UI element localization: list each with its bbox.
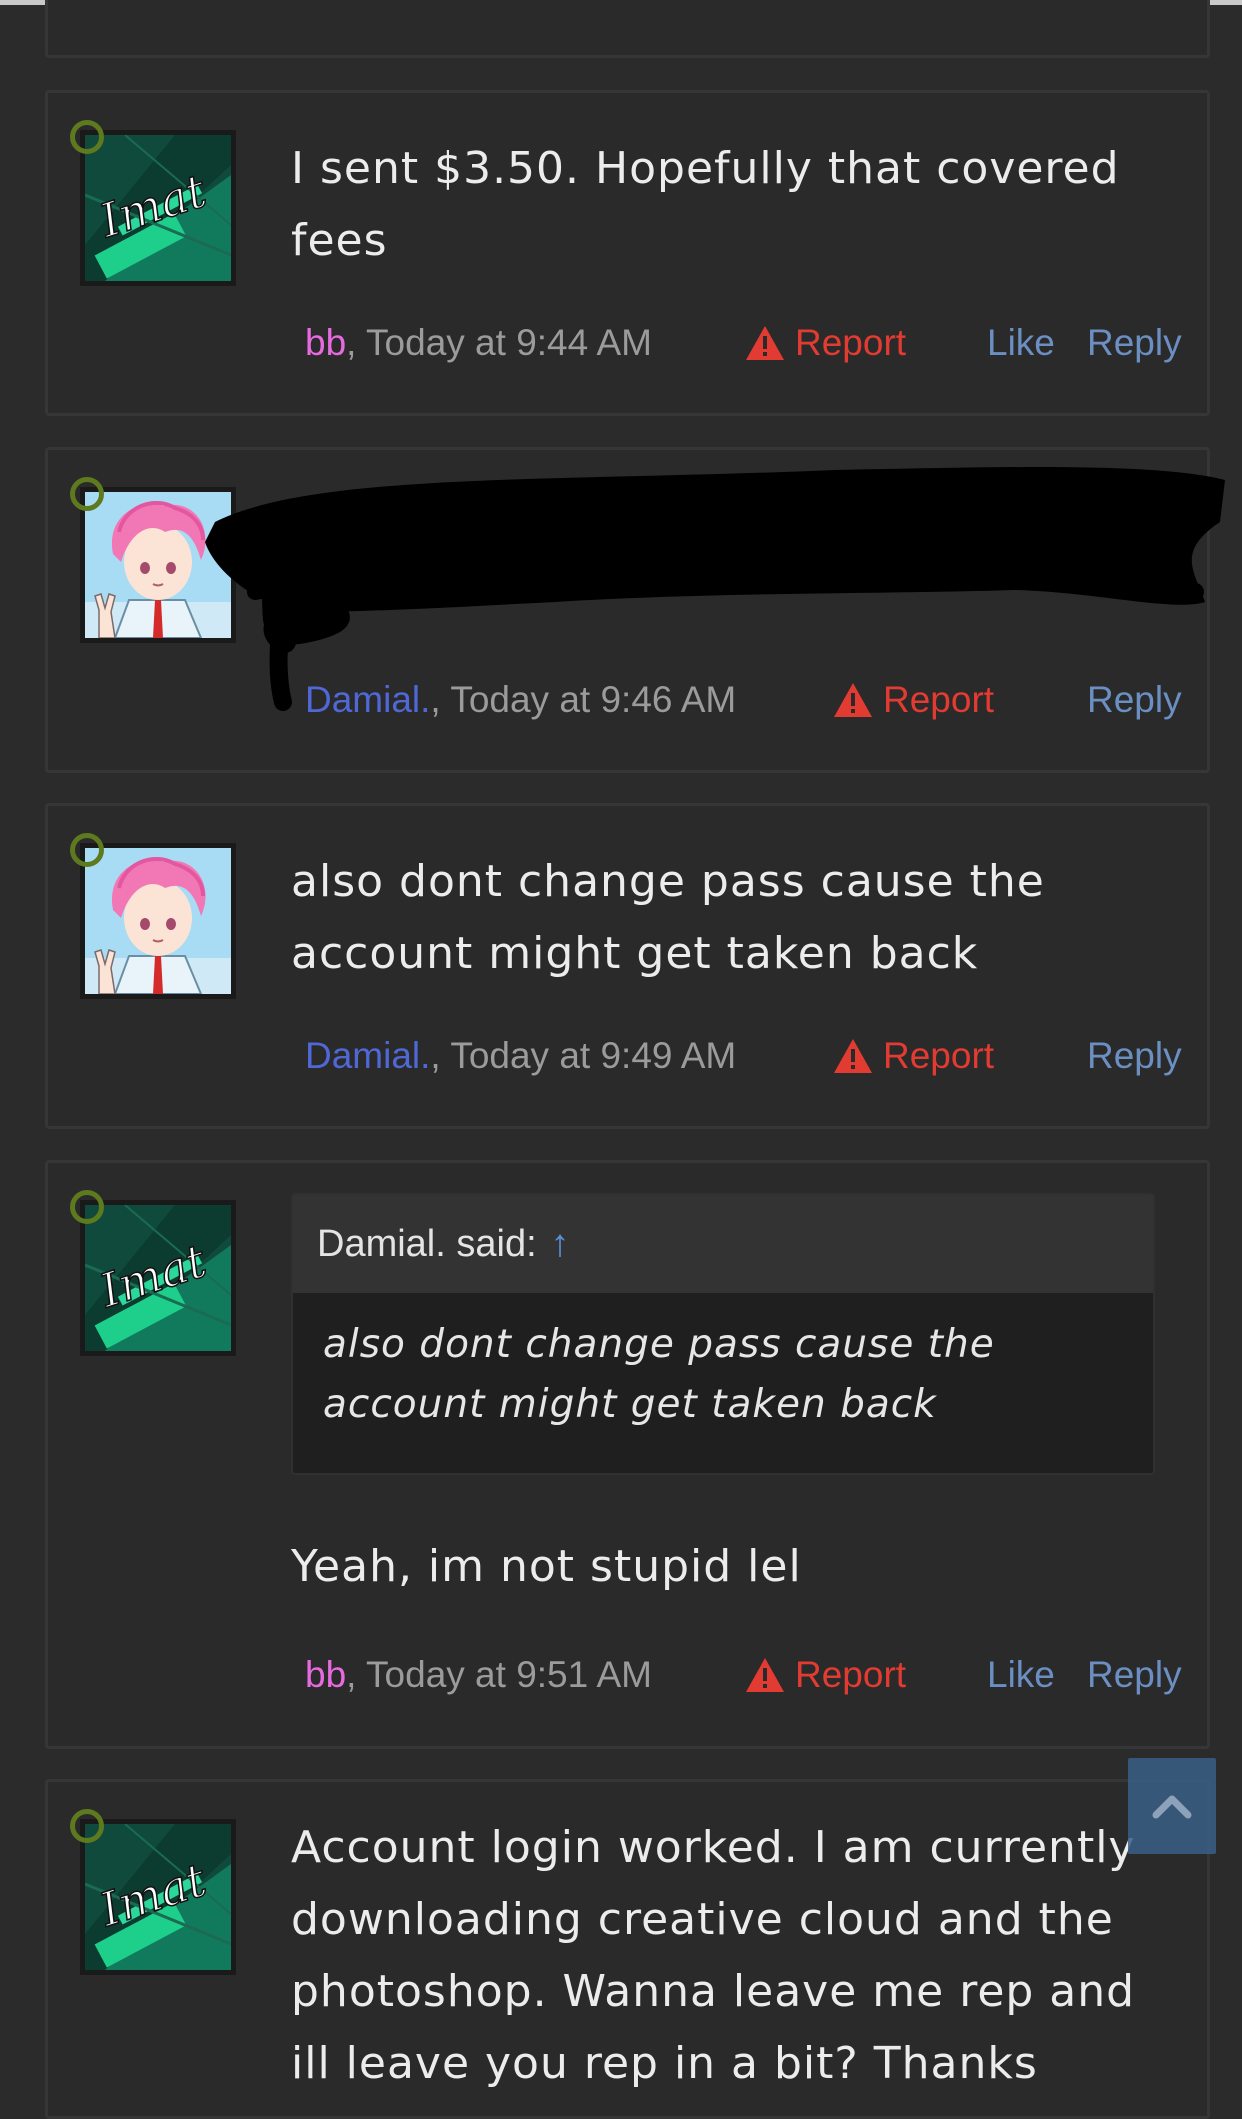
post-meta: Damial., Today at 9:49 AM Report Reply [305, 1026, 1182, 1086]
post-1: I sent $3.50. Hopefully that covered fee… [45, 90, 1210, 416]
warning-triangle-icon [745, 1657, 785, 1693]
username-link[interactable]: bb [305, 322, 346, 363]
post-timestamp: , Today at 9:44 AM [346, 322, 652, 363]
reply-button[interactable]: Reply [1087, 313, 1182, 373]
quote-text: also dont change pass cause the account … [323, 1322, 995, 1427]
online-status-icon [70, 833, 104, 867]
username-link[interactable]: bb [305, 1654, 346, 1695]
avatar[interactable] [80, 843, 236, 999]
post-timestamp: , Today at 9:51 AM [346, 1654, 652, 1695]
like-button[interactable]: Like [987, 1645, 1055, 1705]
online-status-icon [70, 477, 104, 511]
redaction-scribble [205, 467, 1225, 711]
report-label: Report [795, 322, 907, 363]
report-button[interactable]: Report [745, 313, 906, 373]
post-4: Damial. said: ↑ also dont change pass cau… [45, 1160, 1210, 1749]
quote-block: Damial. said: ↑ also dont change pass cau… [291, 1193, 1155, 1475]
avatar[interactable] [80, 130, 236, 286]
up-arrow-icon[interactable]: ↑ [551, 1223, 570, 1265]
report-button[interactable]: Report [745, 1645, 906, 1705]
post-timestamp: , Today at 9:49 AM [430, 1035, 737, 1076]
warning-triangle-icon [745, 325, 785, 361]
report-label: Report [883, 1035, 995, 1076]
post-5: Account login worked. I am currently dow… [45, 1779, 1210, 2119]
avatar[interactable] [80, 1819, 236, 1975]
online-status-icon [70, 1190, 104, 1224]
scroll-to-top-button[interactable] [1128, 1758, 1216, 1854]
report-label: Report [795, 1654, 907, 1695]
chevron-up-icon [1152, 1795, 1192, 1819]
post-meta: bb, Today at 9:51 AM Report Like Reply [305, 1645, 1182, 1705]
post-previous-fragment [45, 0, 1210, 58]
reply-button[interactable]: Reply [1087, 1645, 1182, 1705]
online-status-icon [70, 120, 104, 154]
post-message: also dont change pass cause the account … [291, 856, 1045, 979]
quote-author: Damial. said: [317, 1223, 537, 1265]
post-3: also dont change pass cause the account … [45, 803, 1210, 1129]
report-button[interactable]: Report [833, 1026, 994, 1086]
avatar[interactable] [80, 1200, 236, 1356]
post-message: Yeah, im not stupid lel [291, 1541, 802, 1592]
online-status-icon [70, 1809, 104, 1843]
quote-header: Damial. said: ↑ [293, 1195, 1153, 1293]
post-message: Account login worked. I am currently dow… [291, 1822, 1136, 2089]
reply-button[interactable]: Reply [1087, 1026, 1182, 1086]
username-link[interactable]: Damial. [305, 1035, 430, 1076]
post-meta: bb, Today at 9:44 AM Report Like Reply [305, 313, 1182, 373]
post-message: I sent $3.50. Hopefully that covered fee… [291, 143, 1120, 266]
warning-triangle-icon [833, 1038, 873, 1074]
like-button[interactable]: Like [987, 313, 1055, 373]
